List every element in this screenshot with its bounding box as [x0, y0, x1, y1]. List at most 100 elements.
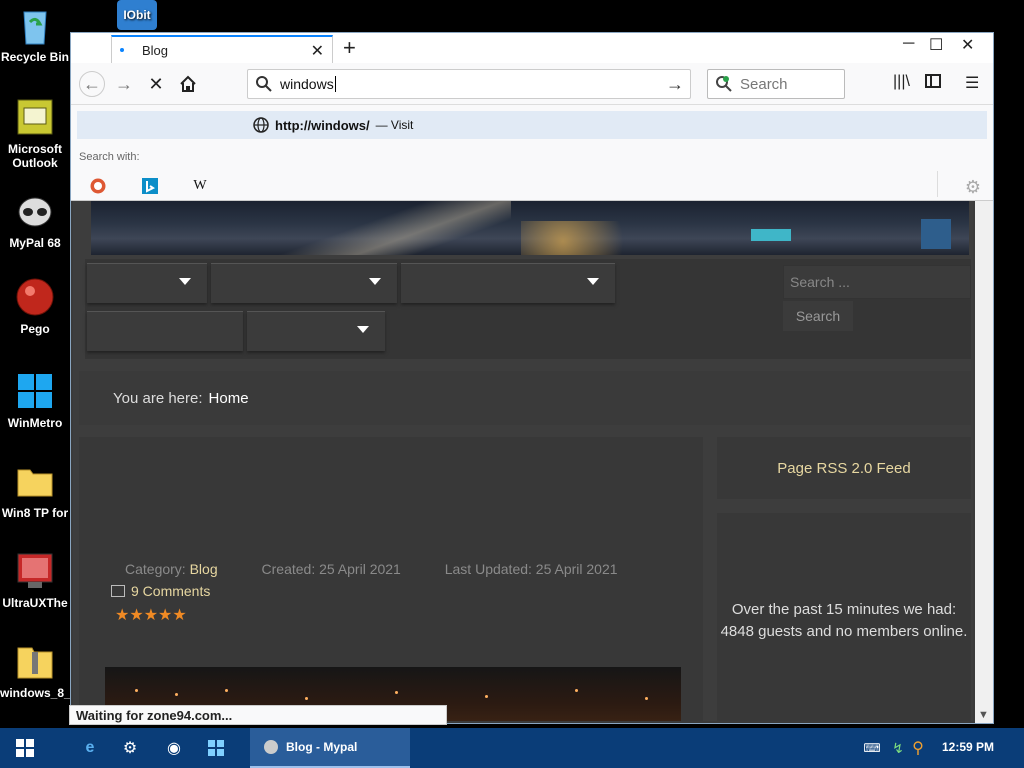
browser-search-box[interactable]: Search — [707, 69, 845, 99]
desktop-icon-outlook[interactable]: Microsoft Outlook — [0, 96, 70, 170]
new-tab-button[interactable]: + — [343, 35, 356, 61]
rating-stars[interactable]: ★★★★★ — [115, 605, 187, 625]
visitors-line-2: 4848 guests and no members online. — [720, 623, 968, 640]
home-button[interactable] — [175, 71, 201, 97]
menu-item-2[interactable] — [211, 263, 397, 303]
url-suggestions-dropdown: http://windows/ — Visit Search with: W ⚙ — [71, 105, 993, 201]
search-engine-icon — [716, 76, 732, 92]
mypal-icon — [14, 190, 56, 232]
menu-item-1[interactable] — [87, 263, 207, 303]
minimize-button[interactable]: ─ — [903, 35, 914, 53]
recycle-bin-icon — [14, 4, 56, 46]
search-icon — [256, 76, 272, 92]
desktop-icon-ultraux[interactable]: UltraUXThe — [0, 550, 70, 610]
category-link[interactable]: Blog — [190, 561, 218, 577]
desktop-icon-winmetro[interactable]: WinMetro — [0, 370, 70, 430]
menu-item-3[interactable] — [401, 263, 615, 303]
desktop-icon-label: windows_8_ — [0, 686, 70, 700]
article-meta: Category: Blog Created: 25 April 2021 La… — [125, 561, 618, 577]
back-button[interactable]: ← — [79, 71, 105, 97]
metro-app-icon[interactable] — [206, 738, 226, 758]
gear-icon: ⚙ — [964, 177, 981, 197]
tab-blog[interactable]: Blog ✕ — [111, 35, 333, 63]
library-icon: |||\ — [893, 73, 910, 90]
loading-dot-icon — [120, 48, 124, 52]
desktop-icon-label: Pego — [20, 322, 50, 336]
close-window-button[interactable]: ✕ — [961, 35, 974, 55]
taskbar: e ⚙ ◉ Blog - Mypal ⌨ ↯ ⚲ 12:59 PM — [0, 728, 1024, 768]
media-player-icon[interactable]: ◉ — [164, 738, 184, 758]
arrow-left-icon: ← — [83, 73, 101, 94]
taskbar-item-mypal[interactable]: Blog - Mypal — [250, 728, 410, 768]
browser-window: Blog ✕ + ─ ☐ ✕ ← → ✕ windows → Search ||… — [69, 32, 994, 725]
url-input-value[interactable]: windows — [280, 76, 334, 92]
article: Category: Blog Created: 25 April 2021 La… — [79, 437, 703, 721]
desktop-icon-label: UltraUXThe — [2, 596, 68, 610]
separator — [937, 171, 938, 197]
duckduckgo-icon — [90, 178, 106, 194]
caret-down-icon — [587, 278, 599, 285]
desktop-icon-win8-folder[interactable]: Win8 TP for — [0, 460, 70, 520]
site-search-button[interactable]: Search — [783, 301, 853, 331]
desktop-icon-label: Microsoft Outlook — [8, 142, 62, 170]
taskbar-clock[interactable]: 12:59 PM — [942, 740, 994, 754]
menu-item-4[interactable] — [87, 311, 243, 351]
settings-app-icon[interactable]: ⚙ — [120, 738, 140, 758]
vertical-scrollbar[interactable]: ▼ — [975, 201, 993, 723]
search-tray-icon[interactable]: ⚲ — [908, 738, 928, 758]
rss-feed-link[interactable]: Page RSS 2.0 Feed — [717, 437, 971, 499]
folder-icon — [14, 460, 56, 502]
home-icon — [180, 75, 196, 92]
taskbar-item-label: Blog - Mypal — [286, 740, 358, 754]
hamburger-icon: ☰ — [965, 75, 980, 92]
go-arrow-icon[interactable]: → — [666, 74, 684, 95]
library-button[interactable]: |||\ — [893, 73, 910, 91]
comments-link[interactable]: 9 Comments — [111, 583, 210, 599]
suggestion-visit-row[interactable]: http://windows/ — Visit — [77, 111, 987, 139]
breadcrumb-home-link[interactable]: Home — [209, 390, 249, 407]
desktop-icon-recycle-bin[interactable]: Recycle Bin — [0, 4, 70, 64]
visitors-module: Over the past 15 minutes we had: 4848 gu… — [717, 513, 971, 721]
zip-folder-icon — [14, 640, 56, 682]
tab-close-icon[interactable]: ✕ — [311, 41, 324, 61]
bing-icon — [142, 178, 158, 194]
desktop-icon-label: Recycle Bin — [0, 50, 70, 64]
desktop-icon-iobit[interactable]: IObit — [112, 0, 162, 34]
winmetro-icon — [14, 370, 56, 412]
stop-icon: ✕ — [148, 73, 164, 94]
pego-icon — [14, 276, 56, 318]
url-bar[interactable]: windows → — [247, 69, 691, 99]
duckduckgo-engine-button[interactable] — [89, 177, 107, 195]
stop-button[interactable]: ✕ — [143, 71, 169, 97]
desktop-icon-pego[interactable]: Pego — [0, 276, 70, 336]
ultraux-icon — [14, 550, 56, 592]
menu-button[interactable]: ☰ — [965, 73, 979, 93]
menu-item-5[interactable] — [247, 311, 385, 351]
outlook-icon — [14, 96, 56, 138]
keyboard-icon[interactable]: ⌨ — [862, 738, 882, 758]
sidebar-icon — [925, 74, 941, 88]
maximize-button[interactable]: ☐ — [929, 35, 943, 55]
wikipedia-engine-button[interactable]: W — [191, 177, 209, 195]
start-button[interactable] — [16, 739, 34, 757]
site-menu: Search ... Search — [85, 259, 971, 359]
sidebar-button[interactable] — [925, 73, 941, 94]
forward-button[interactable]: → — [111, 71, 137, 97]
status-bar: Waiting for zone94.com... — [69, 705, 447, 725]
search-placeholder: Search — [740, 75, 788, 93]
search-settings-button[interactable]: ⚙ — [965, 177, 981, 198]
site-search-input[interactable]: Search ... — [783, 265, 971, 299]
desktop-icon-mypal[interactable]: MyPal 68 — [0, 190, 70, 250]
desktop-icon-windows-zip[interactable]: windows_8_ — [0, 640, 70, 700]
globe-icon — [253, 117, 269, 133]
scroll-down-icon[interactable]: ▼ — [978, 709, 989, 721]
title-bar: Blog ✕ + ─ ☐ ✕ — [71, 33, 993, 63]
comments-count: 9 Comments — [131, 583, 211, 599]
network-icon[interactable]: ↯ — [888, 738, 908, 758]
visitors-line-1: Over the past 15 minutes we had: — [731, 601, 957, 618]
bing-engine-button[interactable] — [141, 177, 159, 195]
desktop-icon-label: MyPal 68 — [9, 236, 61, 250]
created-date: Created: 25 April 2021 — [261, 561, 401, 577]
internet-explorer-icon[interactable]: e — [80, 738, 100, 758]
site-banner-image — [91, 201, 969, 255]
